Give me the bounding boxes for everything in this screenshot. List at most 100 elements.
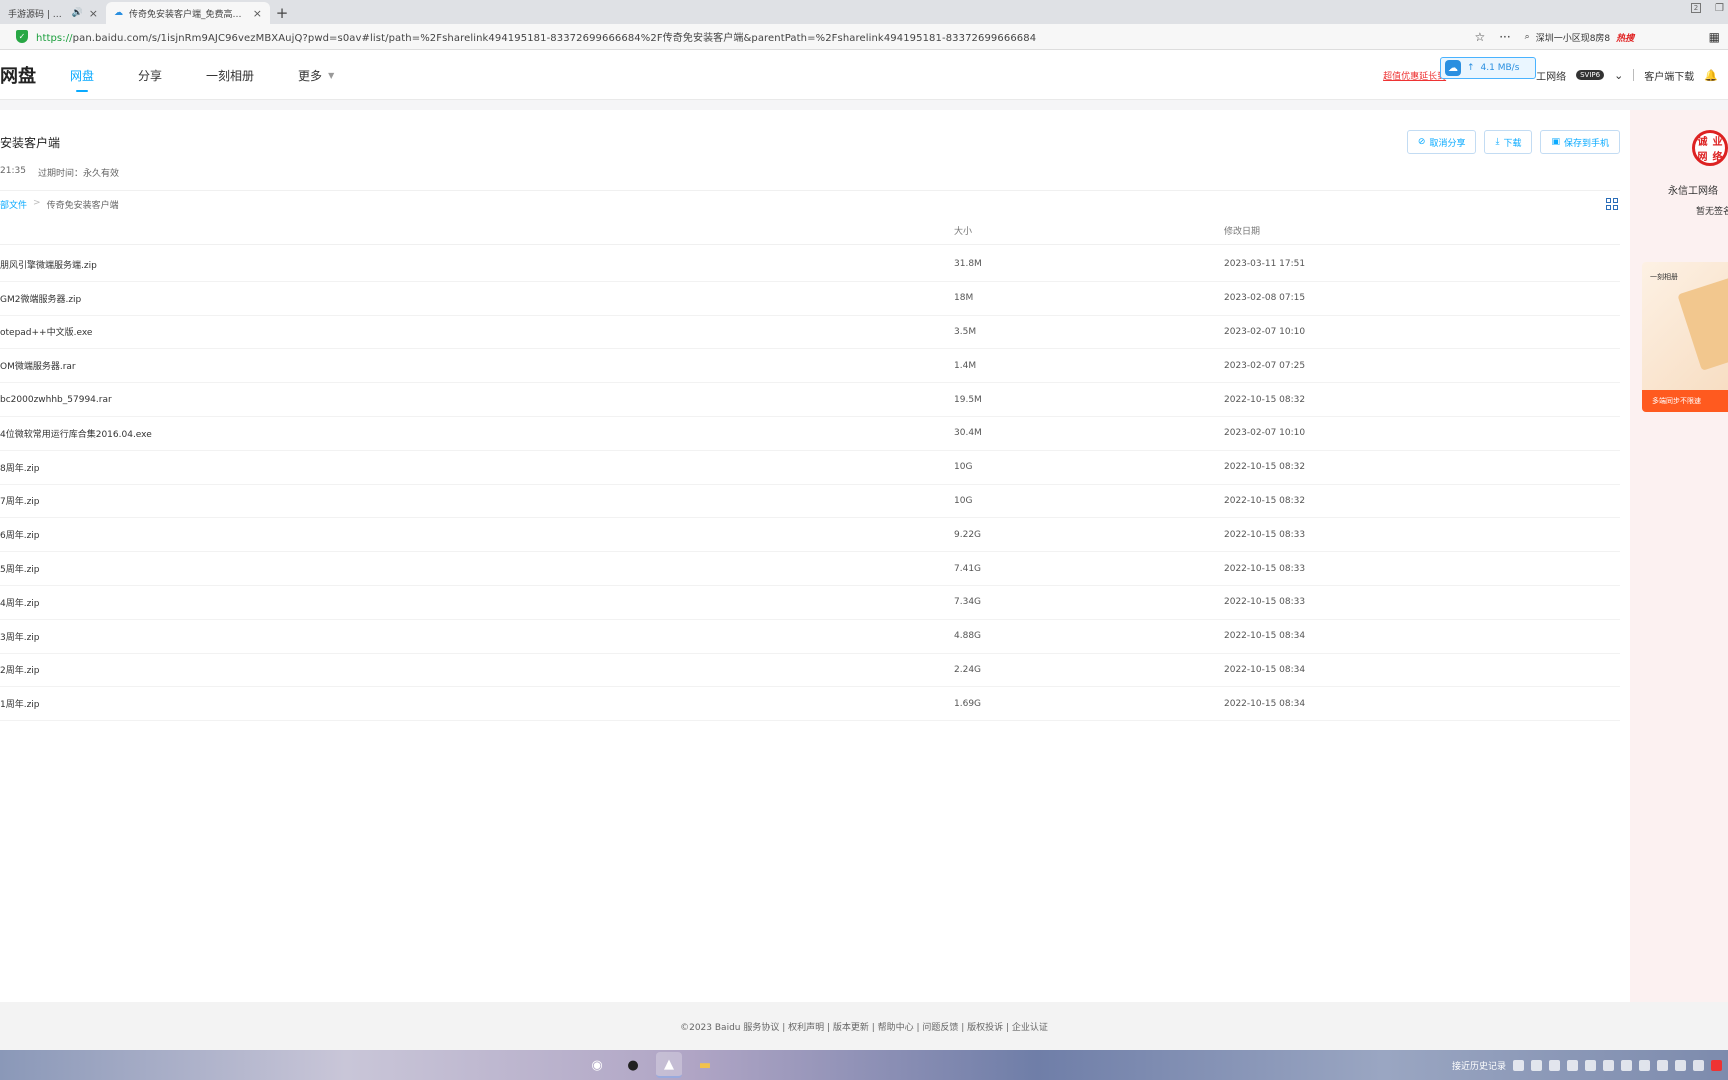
tray-icon[interactable] xyxy=(1693,1059,1704,1071)
folder-app-icon[interactable]: ▬ xyxy=(692,1052,718,1078)
table-row[interactable]: 朋风引擎微端服务端.zip 31.8M 2023-03-11 17:51 xyxy=(0,248,1620,282)
tab-count-icon[interactable]: 2 xyxy=(1691,3,1702,13)
tray-icon[interactable] xyxy=(1675,1059,1686,1071)
upload-speed-widget[interactable]: ☁ ↑ 4.1 MB/s xyxy=(1440,57,1536,79)
nav-item-netdisk[interactable]: 网盘 xyxy=(70,50,94,100)
table-row[interactable]: OM微端服务器.rar 1.4M 2023-02-07 07:25 xyxy=(0,349,1620,384)
file-name[interactable]: 5周年.zip xyxy=(0,562,40,575)
table-row[interactable]: 4位微软常用运行库合集2016.04.exe 30.4M 2023-02-07 10… xyxy=(0,417,1620,451)
browser-tab-active[interactable]: ☁ 传奇免安装客户端_免费高速下 × xyxy=(106,2,270,24)
table-row[interactable]: 3周年.zip 4.88G 2022-10-15 08:34 xyxy=(0,620,1620,654)
browser-search-box[interactable]: ⌕ 深圳一小区现8房8 热搜 xyxy=(1525,31,1695,44)
close-tab-icon[interactable]: × xyxy=(89,7,98,20)
browser-tab[interactable]: 手游源码 | 端游源 🔊 × xyxy=(0,2,106,24)
new-tab-button[interactable]: + xyxy=(270,2,294,24)
file-name[interactable]: GM2微端服务器.zip xyxy=(0,292,81,305)
tab-title: 手游源码 | 端游源 xyxy=(8,9,66,20)
user-name[interactable]: 工网络 xyxy=(1536,68,1566,83)
tray-icon[interactable] xyxy=(1639,1059,1650,1071)
tray-icon[interactable] xyxy=(1657,1059,1668,1071)
file-name[interactable]: 4位微软常用运行库合集2016.04.exe xyxy=(0,427,152,440)
table-row[interactable]: GM2微端服务器.zip 18M 2023-02-08 07:15 xyxy=(0,282,1620,316)
search-icon: ⌕ xyxy=(1524,32,1530,42)
divider xyxy=(0,190,1620,191)
client-download-link[interactable]: 客户端下载 xyxy=(1644,68,1694,83)
vip-badge: SVIP6 xyxy=(1576,70,1605,80)
close-tab-icon[interactable]: × xyxy=(253,7,262,20)
apps-grid-icon[interactable]: ▦ xyxy=(1709,30,1720,44)
file-date: 2022-10-15 08:34 xyxy=(1224,698,1306,709)
sharer-avatar-seal[interactable]: 诚 业 网 络 xyxy=(1692,130,1728,166)
star-bookmark-icon[interactable]: ☆ xyxy=(1474,30,1485,44)
bell-icon[interactable]: 🔔 xyxy=(1704,69,1718,82)
footer-links[interactable]: ©2023 Baidu 服务协议 | 权利声明 | 版本更新 | 帮助中心 | … xyxy=(680,1020,1048,1033)
search-suggestion: 深圳一小区现8房8 xyxy=(1535,33,1611,44)
download-button[interactable]: ⤓ 下载 xyxy=(1484,130,1533,154)
tray-icon[interactable] xyxy=(1567,1059,1578,1071)
speed-value: 4.1 MB/s xyxy=(1480,63,1520,73)
file-date: 2022-10-15 08:33 xyxy=(1224,529,1306,540)
file-name[interactable]: 2周年.zip xyxy=(0,663,40,676)
table-row[interactable]: 4周年.zip 7.34G 2022-10-15 08:33 xyxy=(0,586,1620,620)
download-label: 下载 xyxy=(1503,138,1522,149)
table-row[interactable]: otepad++中文版.exe 3.5M 2023-02-07 10:10 xyxy=(0,316,1620,350)
chevron-down-icon[interactable]: ⌄ xyxy=(1614,69,1623,82)
seal-char: 业 xyxy=(1712,137,1723,148)
file-name[interactable]: bc2000zwhhb_57994.rar xyxy=(0,395,112,405)
file-name[interactable]: 4周年.zip xyxy=(0,596,40,609)
table-row[interactable]: 8周年.zip 10G 2022-10-15 08:32 xyxy=(0,451,1620,485)
footer: ©2023 Baidu 服务协议 | 权利声明 | 版本更新 | 帮助中心 | … xyxy=(0,1002,1728,1050)
speaker-icon[interactable]: 🔊 xyxy=(72,8,83,18)
file-name[interactable]: 6周年.zip xyxy=(0,528,40,541)
column-size[interactable]: 大小 xyxy=(954,224,972,237)
history-label[interactable]: 接近历史记录 xyxy=(1452,1059,1506,1072)
promo-link[interactable]: 超值优惠延长到 xyxy=(1383,69,1446,82)
security-shield-icon[interactable]: ✓ xyxy=(16,30,28,43)
ad-tag: 一刻相册 xyxy=(1650,273,1678,281)
file-size: 7.34G xyxy=(954,597,982,608)
table-row[interactable]: 6周年.zip 9.22G 2022-10-15 08:33 xyxy=(0,518,1620,553)
url-field[interactable]: https://pan.baidu.com/s/1isjnRm9AJC96vez… xyxy=(36,29,1456,44)
save-to-phone-button[interactable]: ▣ 保存到手机 xyxy=(1540,130,1620,154)
nav-item-more[interactable]: 更多 ▼ xyxy=(298,50,334,100)
tray-icon[interactable] xyxy=(1549,1059,1560,1071)
tray-icon[interactable] xyxy=(1531,1059,1542,1071)
file-name[interactable]: 8周年.zip xyxy=(0,461,40,474)
more-dots-icon[interactable]: ··· xyxy=(1499,30,1510,44)
tray-icon[interactable] xyxy=(1513,1059,1524,1071)
tray-icon[interactable] xyxy=(1711,1059,1722,1071)
table-row[interactable]: 7周年.zip 10G 2022-10-15 08:32 xyxy=(0,485,1620,519)
game-app-icon[interactable]: ● xyxy=(620,1052,646,1078)
file-date: 2022-10-15 08:33 xyxy=(1224,597,1306,608)
taskbar-apps: ◉ ● ▲ ▬ xyxy=(584,1052,718,1078)
share-meta: 21:35 过期时间：永久有效 xyxy=(0,166,119,179)
grid-view-icon[interactable] xyxy=(1606,198,1618,210)
file-name[interactable]: OM微端服务器.rar xyxy=(0,359,76,372)
table-row[interactable]: 2周年.zip 2.24G 2022-10-15 08:34 xyxy=(0,654,1620,688)
table-row[interactable]: 5周年.zip 7.41G 2022-10-15 08:33 xyxy=(0,552,1620,586)
file-name[interactable]: 7周年.zip xyxy=(0,494,40,507)
ad-bar[interactable]: 多端同步不限速 xyxy=(1642,390,1728,412)
file-name[interactable]: otepad++中文版.exe xyxy=(0,325,92,338)
restore-window-icon[interactable]: ❐ xyxy=(1715,3,1724,14)
breadcrumb-root[interactable]: 部文件 xyxy=(0,198,27,211)
table-row[interactable]: bc2000zwhhb_57994.rar 19.5M 2022-10-15 08:… xyxy=(0,383,1620,417)
nav-item-share[interactable]: 分享 xyxy=(138,50,162,100)
nav-item-album[interactable]: 一刻相册 xyxy=(206,50,254,100)
tray-icon[interactable] xyxy=(1621,1059,1632,1071)
browser-app-icon[interactable]: ▲ xyxy=(656,1052,682,1078)
file-name[interactable]: 1周年.zip xyxy=(0,697,40,710)
tray-icon[interactable] xyxy=(1603,1059,1614,1071)
arrow-up-icon: ↑ xyxy=(1467,63,1475,73)
logo[interactable]: 网盘 xyxy=(0,62,36,88)
column-date[interactable]: 修改日期 xyxy=(1224,224,1260,237)
chrome-app-icon[interactable]: ◉ xyxy=(584,1052,610,1078)
cancel-share-button[interactable]: ⊘ 取消分享 xyxy=(1406,130,1477,154)
tray-icon[interactable] xyxy=(1585,1059,1596,1071)
album-ad-banner[interactable]: 一刻相册 多端同步不限速 xyxy=(1642,262,1728,412)
table-row[interactable]: 1周年.zip 1.69G 2022-10-15 08:34 xyxy=(0,687,1620,722)
file-name[interactable]: 3周年.zip xyxy=(0,630,40,643)
sharer-name[interactable]: 永信工网络 xyxy=(1668,182,1718,197)
file-name[interactable]: 朋风引擎微端服务端.zip xyxy=(0,258,97,271)
file-date: 2022-10-15 08:32 xyxy=(1224,495,1306,506)
